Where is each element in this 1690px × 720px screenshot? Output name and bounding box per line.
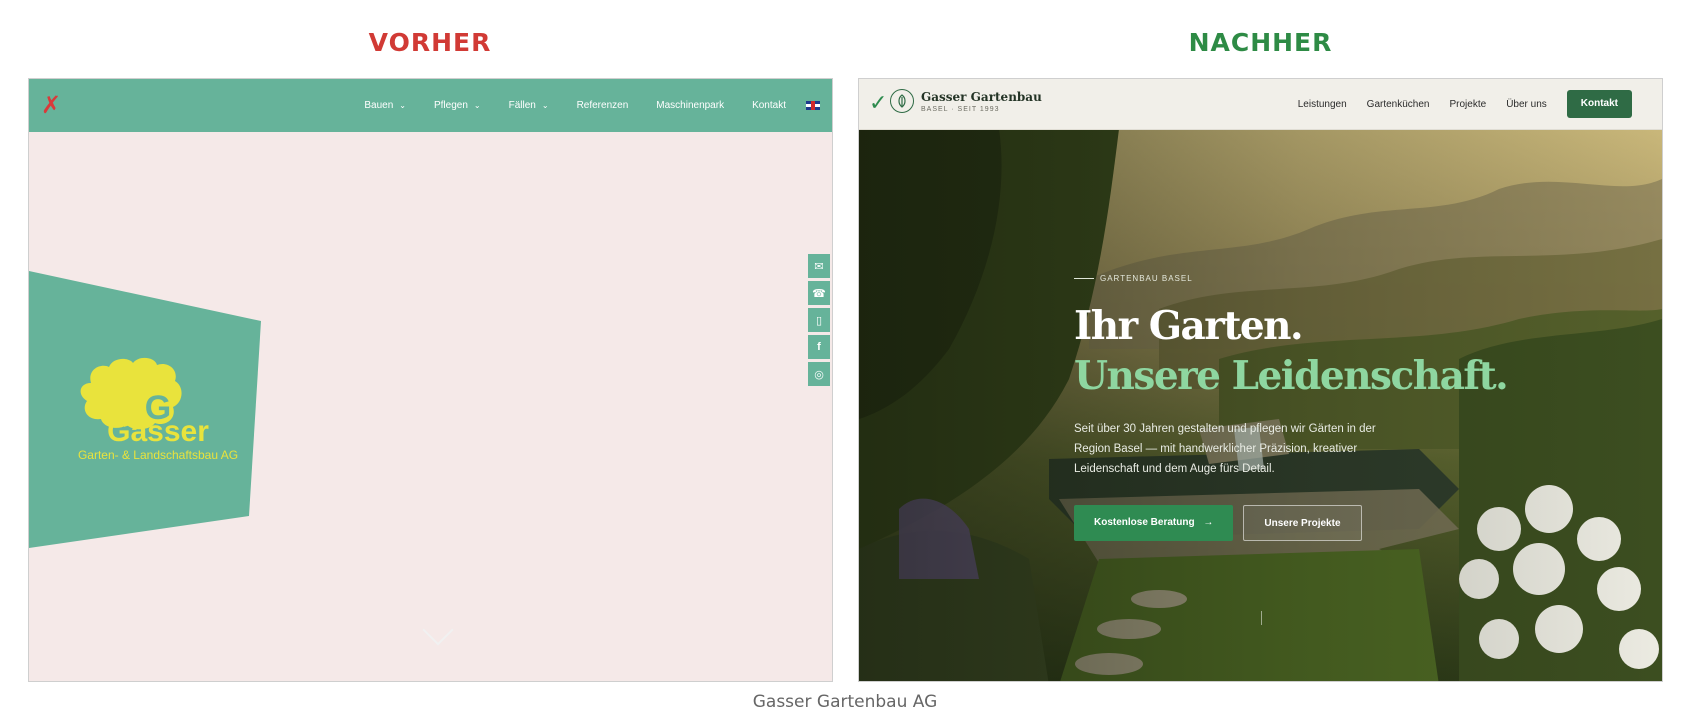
mobile-icon[interactable]: ▯: [808, 308, 830, 332]
nav-item-bauen[interactable]: Bauen ⌄: [364, 100, 406, 111]
phone-icon[interactable]: ☎: [808, 281, 830, 305]
scroll-indicator: [1261, 611, 1262, 625]
hero-content: GARTENBAU BASEL Ihr Garten. Unsere Leide…: [1074, 274, 1514, 541]
instagram-icon[interactable]: ◎: [808, 362, 830, 386]
hero-eyebrow: GARTENBAU BASEL: [1074, 274, 1514, 283]
after-label: NACHHER: [1188, 28, 1333, 57]
hero-text: Seit über 30 Jahren gestalten und pflege…: [1074, 423, 1376, 475]
caption: Gasser Gartenbau AG: [752, 692, 938, 712]
envelope-icon[interactable]: ✉: [808, 254, 830, 278]
before-nav-menu: Bauen ⌄ Pflegen ⌄ Fällen ⌄ Referenzen Masch…: [336, 79, 820, 132]
before-label: VORHER: [368, 28, 492, 57]
nav-item-leistungen[interactable]: Leistungen: [1298, 99, 1347, 110]
nav-item-referenzen[interactable]: Referenzen: [577, 100, 629, 111]
chevron-down-icon: ⌄: [473, 101, 481, 110]
projects-button[interactable]: Unsere Projekte: [1243, 505, 1362, 541]
before-navbar: ✗ Bauen ⌄ Pflegen ⌄ Fällen ⌄ Referenzen Mas…: [29, 79, 832, 132]
facebook-icon[interactable]: f: [808, 335, 830, 359]
hero-buttons: Kostenlose Beratung → Unsere Projekte: [1074, 505, 1514, 541]
hero-title: Ihr Garten. Unsere Leidenschaft.: [1074, 301, 1514, 401]
chevron-down-icon: ⌄: [399, 101, 406, 110]
before-screenshot: ✗ Bauen ⌄ Pflegen ⌄ Fällen ⌄ Referenzen Mas…: [28, 78, 833, 682]
nav-item-projekte[interactable]: Projekte: [1450, 99, 1487, 110]
brand-name: Gasser Gartenbau: [921, 90, 1042, 104]
nav-item-ueber-uns[interactable]: Über uns: [1506, 99, 1547, 110]
nav-item-faellen[interactable]: Fällen ⌄: [509, 100, 549, 111]
eyebrow-text: GARTENBAU BASEL: [1100, 274, 1193, 283]
logo-letter: G: [144, 389, 172, 427]
nav-item-pflegen[interactable]: Pflegen ⌄: [434, 100, 481, 111]
nav-item-maschinenpark[interactable]: Maschinenpark: [656, 100, 724, 111]
hero-title-line1: Ihr Garten.: [1074, 303, 1304, 349]
logo-subline: Garten- & Landschaftsbau AG: [77, 448, 239, 462]
after-navbar: ✓ Gasser Gartenbau BASEL · SEIT 1993 Lei…: [859, 79, 1662, 130]
x-mark-icon: ✗: [41, 91, 62, 119]
consultation-button-label: Kostenlose Beratung: [1094, 517, 1195, 528]
after-nav-menu: Leistungen Gartenküchen Projekte Über un…: [1278, 79, 1632, 129]
eyebrow-line: [1074, 278, 1094, 279]
brand-logo[interactable]: Gasser Gartenbau BASEL · SEIT 1993: [921, 90, 1042, 113]
social-sidebar: ✉ ☎ ▯ f ◎: [808, 254, 830, 389]
company-logo[interactable]: G Gasser Garten- & Landschaftsbau AG: [53, 391, 263, 462]
arrow-right-icon: →: [1203, 517, 1214, 528]
contact-button[interactable]: Kontakt: [1566, 90, 1632, 118]
leaf-icon[interactable]: [890, 89, 914, 113]
brand-tagline: BASEL · SEIT 1993: [921, 106, 1000, 113]
check-mark-icon: ✓: [869, 91, 888, 116]
nav-item-gartenkuechen[interactable]: Gartenküchen: [1367, 99, 1430, 110]
chevron-down-icon[interactable]: [422, 614, 454, 646]
uk-flag-icon[interactable]: [806, 101, 820, 110]
after-screenshot: ✓ Gasser Gartenbau BASEL · SEIT 1993 Lei…: [858, 78, 1663, 682]
hero-title-line2: Unsere Leidenschaft.: [1074, 353, 1509, 399]
chevron-down-icon: ⌄: [541, 101, 549, 110]
nav-item-kontakt[interactable]: Kontakt: [752, 100, 786, 111]
consultation-button[interactable]: Kostenlose Beratung →: [1074, 505, 1234, 541]
